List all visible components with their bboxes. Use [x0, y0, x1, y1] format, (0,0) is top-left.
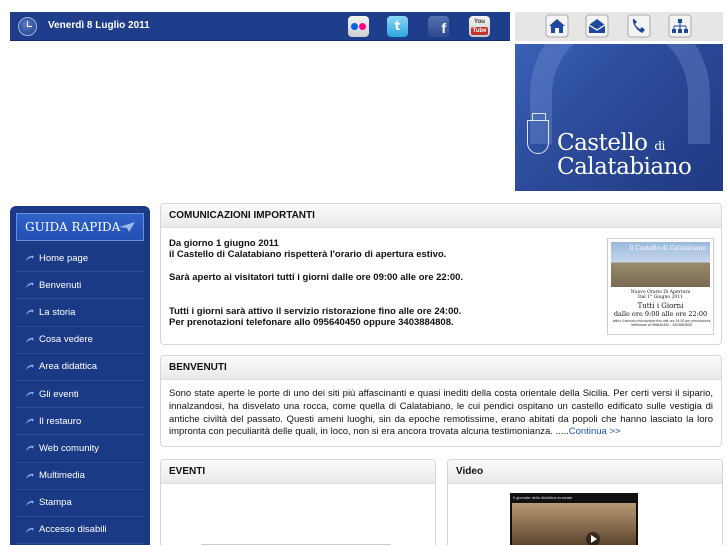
arrow-icon	[26, 472, 34, 479]
sidebar-item-label: Home page	[39, 252, 89, 264]
facebook-icon[interactable]: f	[428, 16, 449, 37]
video-thumbnail	[512, 503, 636, 545]
banner-title-line2: Calatabiano	[557, 154, 692, 180]
sidebar-item-benvenuti[interactable]: Benvenuti	[16, 272, 144, 300]
flyer-photo-caption: Il Castello di Calatabiano	[629, 245, 706, 252]
sidebar-item-label: Cosa vedere	[39, 334, 93, 346]
sidebar-item-label: Web comunity	[39, 442, 100, 454]
sidebar-item-home-page[interactable]: Home page	[16, 245, 144, 273]
banner-title-di: di	[654, 139, 665, 153]
opening-hours-flyer[interactable]: Il Castello di Calatabiano Nuovo Orario …	[607, 238, 714, 335]
flyer-subheading: Dal 1° Giugno 2011	[637, 295, 683, 300]
video-title: Video	[448, 460, 722, 484]
youtube-text-you: You	[474, 19, 485, 25]
flyer-small-print: attivo il servizio ristorazione fino all…	[612, 319, 711, 327]
quick-nav-bar	[515, 12, 723, 41]
sidebar-item-label: Multimedia	[39, 470, 85, 482]
benvenuti-panel: BENVENUTI Sono state aperte le porte di …	[160, 355, 722, 447]
sitemap-icon[interactable]	[668, 14, 692, 38]
castle-banner: Castello di Calatabiano	[515, 44, 723, 191]
comunicazioni-title: COMUNICAZIONI IMPORTANTI	[161, 204, 721, 228]
benvenuti-title: BENVENUTI	[161, 356, 721, 380]
sidebar-item-cosa-vedere[interactable]: Cosa vedere	[16, 327, 144, 354]
video-panel: Video Il giornale della didattica museal…	[447, 459, 723, 545]
com-line-1: Da giorno 1 giugno 2011	[169, 238, 279, 249]
sidebar-item-label: Gli eventi	[39, 388, 79, 400]
guida-rapida-title: GUIDA RAPIDA	[25, 220, 121, 234]
sidebar-item-label: Accesso disabili	[39, 524, 107, 536]
sidebar-item-area-didattica[interactable]: Area didattica	[16, 354, 144, 381]
eventi-panel: EVENTI	[160, 459, 436, 545]
comunicazioni-text: Da giorno 1 giugno 2011 il Castello di C…	[169, 238, 589, 340]
flickr-icon[interactable]	[348, 16, 369, 37]
flyer-castle-photo: Il Castello di Calatabiano	[611, 242, 710, 287]
comunicazioni-panel: COMUNICAZIONI IMPORTANTI Da giorno 1 giu…	[160, 203, 722, 345]
sidebar-item-label: Area didattica	[39, 361, 98, 373]
mail-icon[interactable]	[585, 14, 609, 38]
guida-rapida-header: GUIDA RAPIDA	[16, 213, 144, 241]
crest-icon	[527, 113, 549, 154]
youtube-text-tube: Tube	[471, 27, 488, 35]
sidebar-item-web-comunity[interactable]: Web comunity	[16, 435, 144, 463]
sidebar-menu: Home page Benvenuti La storia Cosa vedere Ar…	[10, 245, 150, 545]
top-bar: Venerdì 8 Luglio 2011 t f You Tube	[10, 12, 510, 41]
sidebar-item-il-restauro[interactable]: Il restauro	[16, 408, 144, 436]
flyer-line1: Tutti i Giorni	[637, 302, 684, 310]
arch-decoration	[530, 44, 710, 144]
sidebar-item-multimedia[interactable]: Multimedia	[16, 463, 144, 490]
arrow-icon	[26, 499, 34, 506]
clock-icon	[18, 17, 37, 36]
sidebar-item-stampa[interactable]: Stampa	[16, 490, 144, 517]
video-caption: Il giornale della didattica museale	[513, 495, 573, 500]
flyer-heading: Nuovo Orario Di Apertura Dal 1° Giugno 2…	[630, 290, 691, 300]
sidebar-item-accesso-disabili[interactable]: Accesso disabili	[16, 517, 144, 545]
sidebar-item-label: Il restauro	[39, 415, 82, 427]
arrow-icon	[26, 363, 34, 370]
phone-icon[interactable]	[627, 14, 651, 38]
home-icon[interactable]	[545, 14, 569, 38]
com-line-2: il Castello di Calatabiano rispetterà l'…	[169, 249, 447, 260]
current-date: Venerdì 8 Luglio 2011	[48, 20, 150, 31]
benvenuti-text: Sono state aperte le porte di uno dei si…	[161, 380, 721, 439]
youtube-icon[interactable]: You Tube	[469, 16, 490, 37]
com-line-4: Tutti i giorni sarà attivo il servizio r…	[169, 306, 462, 317]
arrow-icon	[26, 526, 34, 533]
play-icon[interactable]	[586, 532, 600, 545]
plane-icon	[119, 222, 135, 232]
sidebar-item-label: La storia	[39, 306, 76, 318]
sidebar-item-la-storia[interactable]: La storia	[16, 299, 144, 327]
arrow-icon	[26, 418, 34, 425]
flyer-line2: dalle ore 9:00 alle ore 22:00	[613, 310, 708, 318]
sidebar-item-gli-eventi[interactable]: Gli eventi	[16, 381, 144, 409]
com-line-3: Sarà aperto ai visitatori tutti i giorni…	[169, 272, 464, 283]
arrow-icon	[26, 282, 34, 289]
banner-title-line1: Castello di	[557, 130, 665, 156]
arrow-icon	[26, 336, 34, 343]
sidebar-item-label: Stampa	[39, 497, 72, 509]
arrow-icon	[26, 255, 34, 262]
sidebar: GUIDA RAPIDA Home page Benvenuti La storia…	[10, 206, 150, 545]
com-line-5: Per prenotazioni telefonare allo 0956404…	[169, 317, 454, 328]
video-player[interactable]: Il giornale della didattica museale	[510, 493, 638, 545]
arrow-icon	[26, 309, 34, 316]
eventi-title: EVENTI	[161, 460, 435, 484]
arrow-icon	[26, 391, 34, 398]
benvenuti-paragraph: Sono state aperte le porte di uno dei si…	[169, 388, 713, 438]
sidebar-item-label: Benvenuti	[39, 279, 82, 291]
arrow-icon	[26, 445, 34, 452]
continua-link[interactable]: Continua >>	[569, 426, 621, 437]
twitter-icon[interactable]: t	[387, 16, 408, 37]
